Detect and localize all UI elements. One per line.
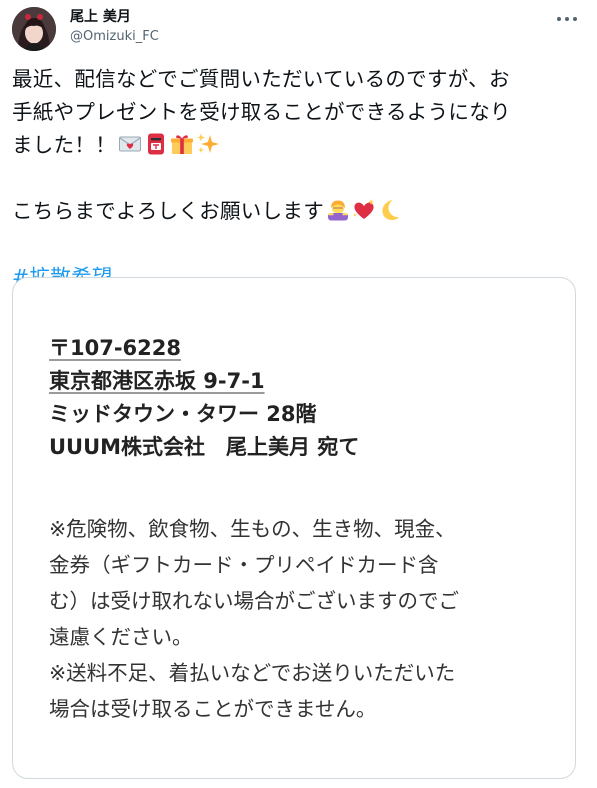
- paragraph-break: [12, 228, 587, 261]
- note-line: 遠慮ください。: [49, 625, 193, 649]
- gift-icon: [170, 132, 194, 156]
- tweet-line: ました！！: [12, 129, 587, 162]
- postal-code: 〒107-6228: [49, 336, 181, 360]
- sparkles-icon: [196, 132, 220, 156]
- more-dots-icon: [557, 17, 561, 21]
- tweet-text: 最近、配信などでご質問いただいているのですが、お 手紙やプレゼントを受け取ること…: [12, 63, 587, 294]
- tweet-line-text: ました！！: [12, 133, 116, 157]
- postbox-icon: [144, 132, 168, 156]
- user-names: 尾上 美月 @Omizuki_FC: [70, 8, 159, 46]
- display-name[interactable]: 尾上 美月: [70, 8, 159, 26]
- woman-bowing-icon: [326, 198, 350, 222]
- more-dots-icon: [565, 17, 569, 21]
- sparkling-heart-icon: [352, 198, 376, 222]
- more-dots-icon: [573, 17, 577, 21]
- envelope-heart-icon: [118, 132, 142, 156]
- more-options-button[interactable]: [553, 11, 581, 27]
- address-block: 〒107-6228 東京都港区赤坂 9-7-1 ミッドタウン・タワー 28階 U…: [49, 332, 359, 464]
- address-recipient: UUUM株式会社 尾上美月 宛て: [49, 435, 360, 459]
- note-line: む）は受け取れない場合がございますのでご: [49, 589, 459, 613]
- tweet-header: 尾上 美月 @Omizuki_FC: [12, 7, 585, 51]
- tweet-line-text: こちらまでよろしくお願いします: [12, 199, 324, 223]
- note-line: ※送料不足、着払いなどでお送りいただいた: [49, 661, 456, 685]
- tweet-line: 手紙やプレゼントを受け取ることができるようになり: [12, 100, 511, 124]
- address-building: ミッドタウン・タワー 28階: [49, 402, 317, 426]
- user-handle[interactable]: @Omizuki_FC: [70, 28, 159, 46]
- notes-block: ※危険物、飲食物、生もの、生き物、現金、 金券（ギフトカード・プリペイドカード含…: [49, 511, 539, 727]
- note-line: 金券（ギフトカード・プリペイドカード含: [49, 553, 439, 577]
- note-line: 場合は受け取ることができません。: [49, 697, 377, 721]
- note-line: ※危険物、飲食物、生もの、生き物、現金、: [49, 517, 456, 541]
- attached-image[interactable]: 〒107-6228 東京都港区赤坂 9-7-1 ミッドタウン・タワー 28階 U…: [12, 277, 576, 779]
- address-city: 東京都港区赤坂 9-7-1: [49, 369, 265, 393]
- avatar[interactable]: [12, 7, 56, 51]
- tweet: 尾上 美月 @Omizuki_FC 最近、配信などでご質問いただいているのですが…: [0, 0, 597, 788]
- paragraph-break: [12, 162, 587, 195]
- crescent-moon-icon: [378, 198, 402, 222]
- tweet-line: こちらまでよろしくお願いします: [12, 195, 587, 228]
- tweet-line: 最近、配信などでご質問いただいているのですが、お: [12, 67, 510, 91]
